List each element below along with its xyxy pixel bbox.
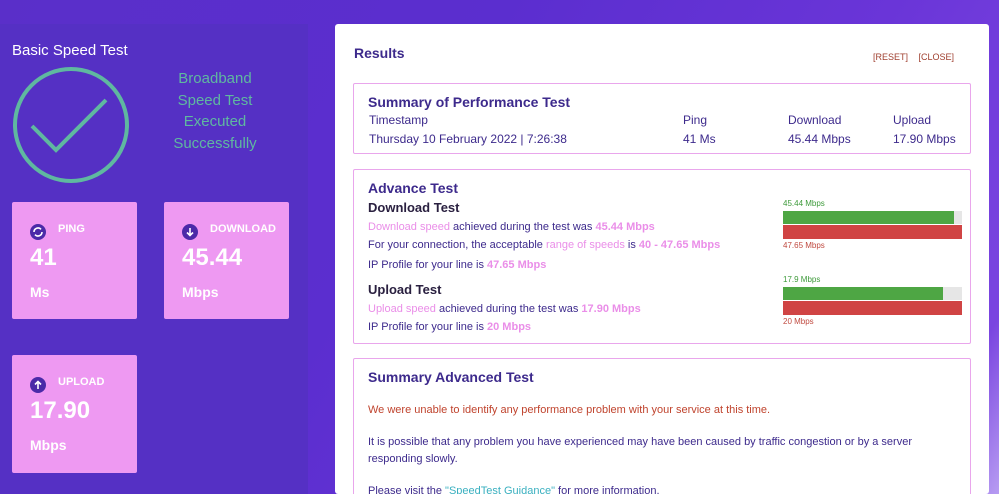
ping-card-unit: Ms — [30, 284, 50, 300]
no-problem-message: We were unable to identify any performan… — [368, 404, 771, 416]
upload-speed-line: Upload speed achieved during the test wa… — [368, 303, 641, 315]
download-card-label: DOWNLOAD — [210, 223, 276, 235]
results-actions: [RESET] [CLOSE] — [865, 52, 954, 62]
performance-summary-box: Summary of Performance Test Timestamp Th… — [353, 83, 971, 154]
upload-card-value: 17.90 — [30, 397, 91, 424]
download-bar-profile — [783, 225, 962, 239]
download-card-unit: Mbps — [182, 284, 219, 300]
ping-card: PING 41 Ms — [12, 202, 137, 319]
download-arrow-icon — [182, 224, 198, 240]
speedtest-guidance-link[interactable]: "SpeedTest Guidance" — [445, 485, 555, 494]
ping-icon — [30, 224, 46, 240]
ping-label: Ping — [683, 113, 708, 127]
upload-bar-profile — [783, 301, 962, 315]
timestamp-label: Timestamp — [369, 113, 428, 127]
download-ip-profile-line: IP Profile for your line is 47.65 Mbps — [368, 259, 547, 271]
performance-summary-title: Summary of Performance Test — [368, 94, 571, 110]
ping-value: 41 Ms — [683, 132, 716, 146]
upload-ip-profile-line: IP Profile for your line is 20 Mbps — [368, 321, 532, 333]
download-card-value: 45.44 — [182, 244, 243, 271]
timestamp-value: Thursday 10 February 2022 | 7:26:38 — [369, 132, 567, 146]
upload-arrow-icon — [30, 377, 46, 393]
advanced-summary-title: Summary Advanced Test — [368, 369, 534, 385]
upload-card-label: UPLOAD — [58, 376, 105, 388]
ping-card-value: 41 — [30, 244, 57, 271]
guidance-message: Please visit the "SpeedTest Guidance" fo… — [368, 483, 963, 494]
download-bar-track — [783, 211, 962, 224]
ping-card-label: PING — [58, 223, 85, 235]
download-card: DOWNLOAD 45.44 Mbps — [164, 202, 289, 319]
advanced-summary-box: Summary Advanced Test We were unable to … — [353, 358, 971, 494]
upload-bar-measured-label: 17.9 Mbps — [783, 275, 821, 284]
download-label: Download — [788, 113, 842, 127]
results-title: Results — [354, 45, 405, 61]
download-speed-line: Download speed achieved during the test … — [368, 221, 655, 233]
upload-bar-profile-label: 20 Mbps — [783, 317, 814, 326]
upload-bar-fill — [783, 287, 944, 300]
acceptable-range-line: For your connection, the acceptable rang… — [368, 239, 721, 251]
download-value: 45.44 Mbps — [788, 132, 851, 146]
upload-card-unit: Mbps — [30, 437, 67, 453]
success-message: Broadband Speed Test Executed Successful… — [173, 70, 257, 152]
upload-card: UPLOAD 17.90 Mbps — [12, 355, 137, 473]
results-panel: Results [RESET] [CLOSE] Summary of Perfo… — [335, 24, 989, 494]
download-test-title: Download Test — [368, 200, 460, 215]
advance-test-title: Advance Test — [368, 180, 458, 196]
download-bar-profile-label: 47.65 Mbps — [783, 241, 825, 250]
advance-test-box: Advance Test Download Test Download spee… — [353, 169, 971, 344]
upload-test-title: Upload Test — [368, 282, 442, 297]
download-bar-measured-label: 45.44 Mbps — [783, 199, 825, 208]
basic-speed-test-title: Basic Speed Test — [12, 42, 128, 59]
upload-label: Upload — [893, 113, 932, 127]
checkmark-circle-icon — [13, 67, 129, 183]
download-bar-fill — [783, 211, 954, 224]
reset-link[interactable]: [RESET] — [873, 52, 908, 62]
upload-bar-track — [783, 287, 962, 300]
upload-value: 17.90 Mbps — [893, 132, 956, 146]
congestion-message: It is possible that any problem you have… — [368, 436, 912, 465]
close-link[interactable]: [CLOSE] — [918, 52, 954, 62]
